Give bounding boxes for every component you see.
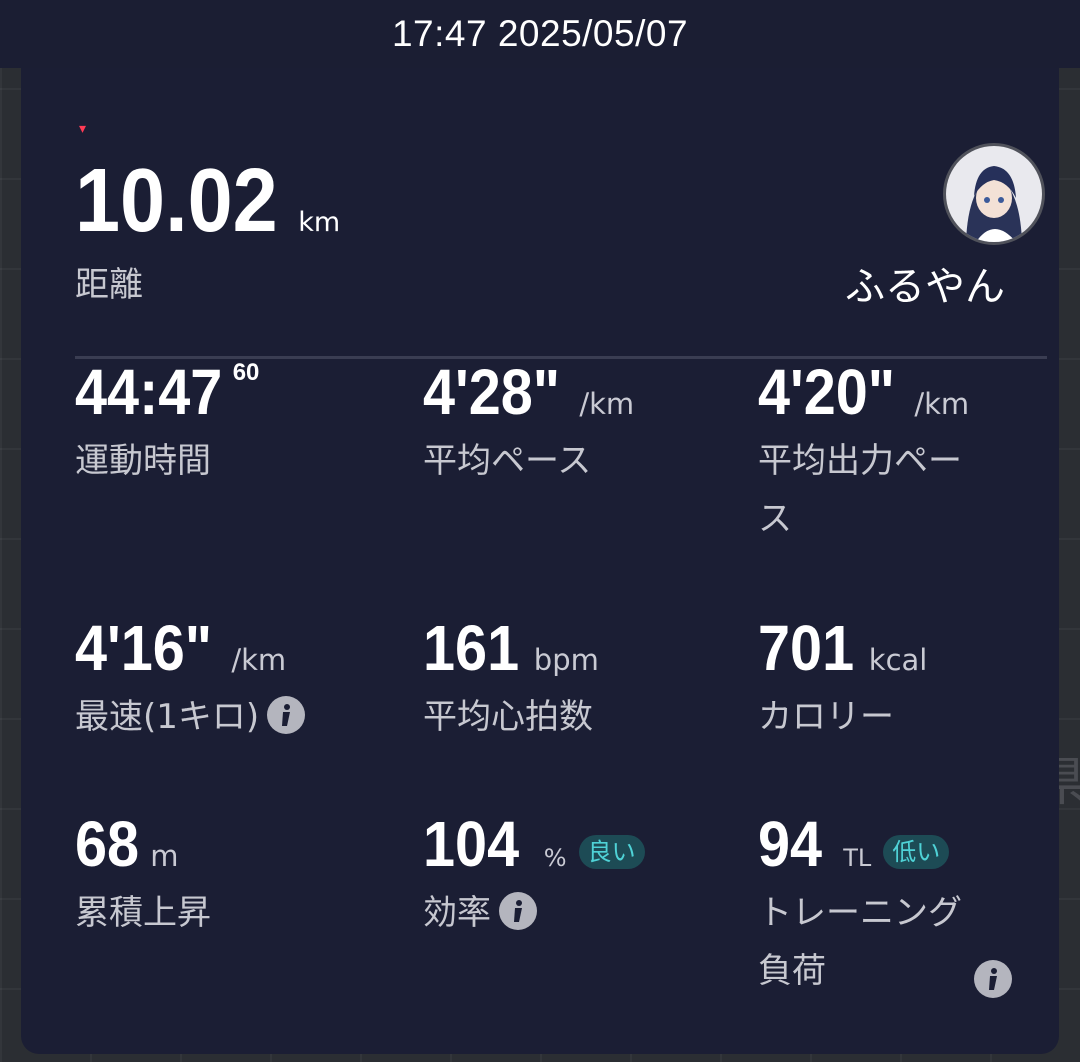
distance-value-row: 10.02 km bbox=[75, 156, 340, 246]
fastest-km-label: 最速(1キロ) bbox=[75, 697, 260, 737]
elevation-label: 累積上昇 bbox=[75, 893, 211, 933]
stat-duration: 44:47 60 運動時間 bbox=[75, 356, 260, 490]
heart-rate-unit: bpm bbox=[533, 643, 599, 677]
avg-pace-unit: /km bbox=[579, 387, 635, 421]
stat-avg-heart-rate: 161 bpm 平均心拍数 bbox=[423, 616, 599, 746]
elevation-unit: m bbox=[150, 839, 179, 873]
avg-power-pace-value: 4'20" bbox=[758, 356, 896, 428]
map-pin-fragment: ▾ bbox=[79, 121, 87, 137]
efficiency-label-row: 効率 bbox=[423, 884, 645, 942]
avg-power-pace-unit: /km bbox=[914, 387, 970, 421]
training-load-label-line1: トレーニング bbox=[758, 893, 962, 933]
calories-label: カロリー bbox=[758, 697, 894, 737]
info-icon[interactable] bbox=[499, 891, 537, 930]
training-load-label: トレーニング 負荷 bbox=[758, 884, 962, 1000]
stat-fastest-km: 4'16" /km 最速(1キロ) bbox=[75, 612, 306, 746]
calories-value: 701 bbox=[758, 612, 855, 684]
info-icon[interactable] bbox=[267, 695, 306, 734]
stat-avg-pace: 4'28" /km 平均ペース bbox=[423, 360, 634, 490]
status-header: 17:47 2025/05/07 bbox=[0, 0, 1080, 68]
duration-label: 運動時間 bbox=[75, 441, 211, 481]
avg-power-pace-label-line1: 平均出力ペー bbox=[758, 441, 962, 481]
user-name: ふるやん bbox=[845, 264, 1005, 310]
heart-rate-label: 平均心拍数 bbox=[423, 697, 593, 737]
duration-fraction: 60 bbox=[232, 359, 260, 386]
efficiency-rating-badge: 良い bbox=[578, 835, 645, 869]
distance-value: 10.02 bbox=[75, 151, 278, 251]
stat-training-load: 94 TL 低い トレーニング 負荷 bbox=[758, 812, 962, 1000]
fastest-km-unit: /km bbox=[231, 643, 287, 677]
distance-unit: km bbox=[298, 207, 341, 238]
duration-value: 44:47 bbox=[75, 356, 223, 428]
efficiency-label: 効率 bbox=[423, 893, 491, 933]
training-load-label-line2: 負荷 bbox=[758, 951, 826, 991]
elevation-value: 68 bbox=[75, 808, 140, 880]
timestamp: 17:47 2025/05/07 bbox=[391, 13, 689, 54]
stat-avg-power-pace: 4'20" /km 平均出力ペー ス bbox=[758, 360, 969, 548]
efficiency-value: 104 bbox=[423, 808, 520, 880]
info-icon[interactable] bbox=[974, 960, 1012, 998]
user-avatar[interactable] bbox=[943, 143, 1045, 245]
distance-label: 距離 bbox=[75, 265, 143, 305]
stat-elevation-gain: 68 m 累積上昇 bbox=[75, 812, 211, 942]
activity-summary-card: ▾ 10.02 km 距離 ふるやん 44:47 60 運動時間 4'28" /… bbox=[21, 68, 1059, 1054]
fastest-km-value: 4'16" bbox=[75, 612, 213, 684]
avg-pace-value: 4'28" bbox=[423, 356, 561, 428]
stat-calories: 701 kcal カロリー bbox=[758, 616, 927, 746]
avg-pace-label: 平均ペース bbox=[423, 441, 592, 481]
calories-unit: kcal bbox=[868, 643, 928, 677]
fastest-km-label-row: 最速(1キロ) bbox=[75, 688, 306, 746]
stat-efficiency: 104 % 良い 効率 bbox=[423, 812, 645, 942]
heart-rate-value: 161 bbox=[423, 612, 520, 684]
training-load-rating-badge: 低い bbox=[883, 835, 950, 869]
avg-power-pace-label: 平均出力ペー ス bbox=[758, 432, 969, 548]
training-load-unit: TL bbox=[843, 844, 872, 872]
training-load-value: 94 bbox=[758, 808, 823, 880]
avg-power-pace-label-line2: ス bbox=[758, 499, 792, 539]
avatar-illustration bbox=[946, 146, 1042, 242]
efficiency-unit: % bbox=[543, 844, 567, 872]
